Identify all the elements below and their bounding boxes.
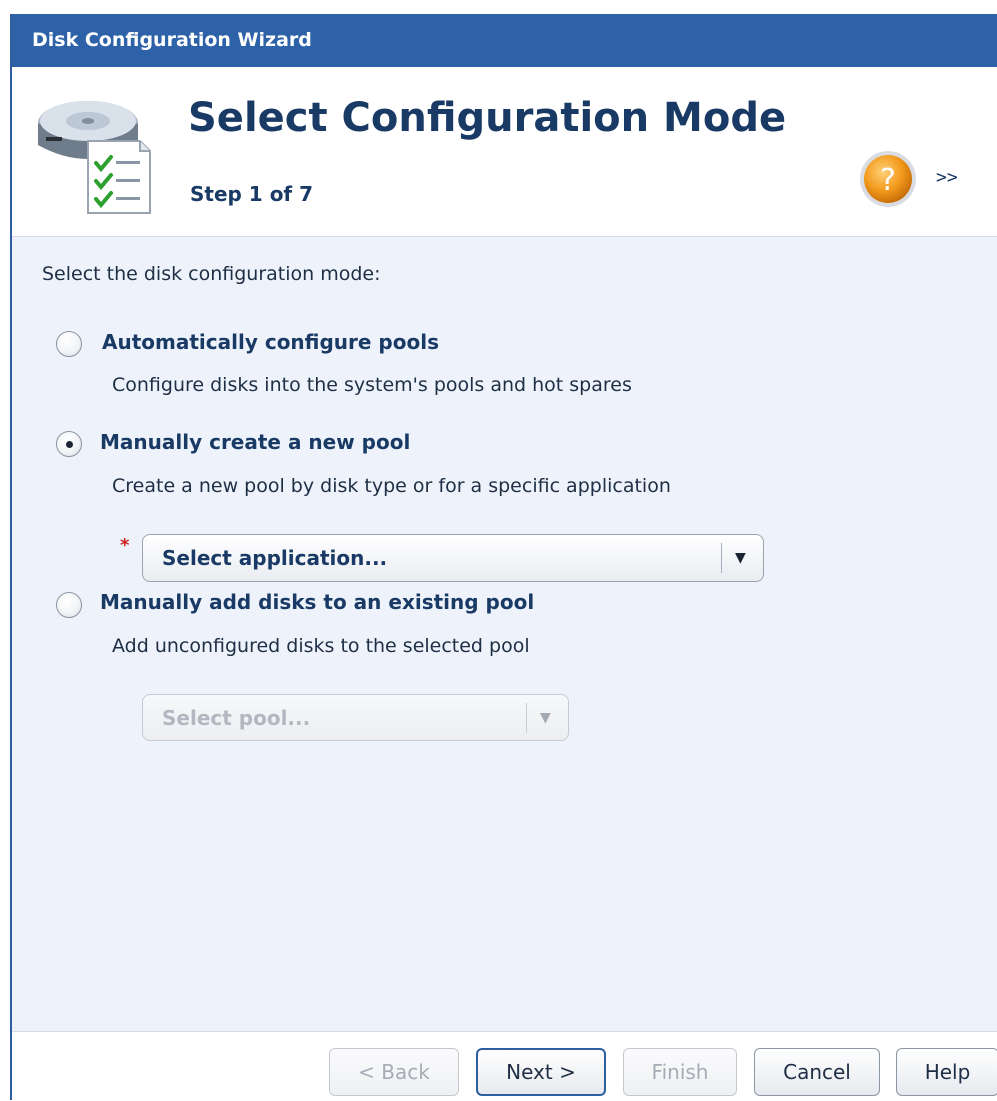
expand-toggle[interactable]: >> <box>936 167 958 188</box>
help-question-icon[interactable]: ? <box>858 149 918 209</box>
svg-text:?: ? <box>880 163 896 198</box>
option-create-new-pool-label[interactable]: Manually create a new pool <box>100 430 410 454</box>
option-auto-configure-label[interactable]: Automatically configure pools <box>102 330 439 354</box>
select-divider <box>526 703 527 733</box>
help-button[interactable]: Help <box>896 1048 997 1096</box>
window-title: Disk Configuration Wizard <box>12 14 997 67</box>
disk-checklist-icon <box>38 101 151 214</box>
chevron-down-icon: ▼ <box>540 710 551 726</box>
option-create-new-pool-description: Create a new pool by disk type or for a … <box>112 475 671 497</box>
mode-prompt: Select the disk configuration mode: <box>42 263 381 285</box>
pool-select-value: Select pool... <box>162 706 311 730</box>
application-select-value: Select application... <box>162 546 388 570</box>
option-add-disks-description: Add unconfigured disks to the selected p… <box>112 635 530 657</box>
back-button[interactable]: < Back <box>329 1048 459 1096</box>
wizard-window: Disk Configuration Wizard Select Configu… <box>10 14 997 1101</box>
wizard-header: Select Configuration Mode Step 1 of 7 ? … <box>12 67 997 237</box>
page-title: Select Configuration Mode <box>188 95 787 141</box>
step-indicator: Step 1 of 7 <box>190 182 314 206</box>
cancel-button[interactable]: Cancel <box>754 1048 880 1096</box>
radio-auto-configure[interactable] <box>56 331 82 357</box>
radio-add-disks-existing-pool[interactable] <box>56 592 82 618</box>
wizard-footer: < Back Next > Finish Cancel Help <box>12 1031 997 1101</box>
application-select[interactable]: Select application... ▼ <box>142 534 764 582</box>
required-marker: * <box>120 535 130 556</box>
pool-select[interactable]: Select pool... ▼ <box>142 694 569 741</box>
radio-create-new-pool[interactable] <box>56 431 82 457</box>
option-add-disks-label[interactable]: Manually add disks to an existing pool <box>100 590 534 614</box>
option-auto-configure-description: Configure disks into the system's pools … <box>112 374 632 396</box>
finish-button[interactable]: Finish <box>623 1048 737 1096</box>
radio-selected-dot <box>66 441 73 448</box>
next-button[interactable]: Next > <box>476 1048 606 1096</box>
select-divider <box>721 543 722 573</box>
chevron-down-icon[interactable]: ▼ <box>735 535 746 581</box>
